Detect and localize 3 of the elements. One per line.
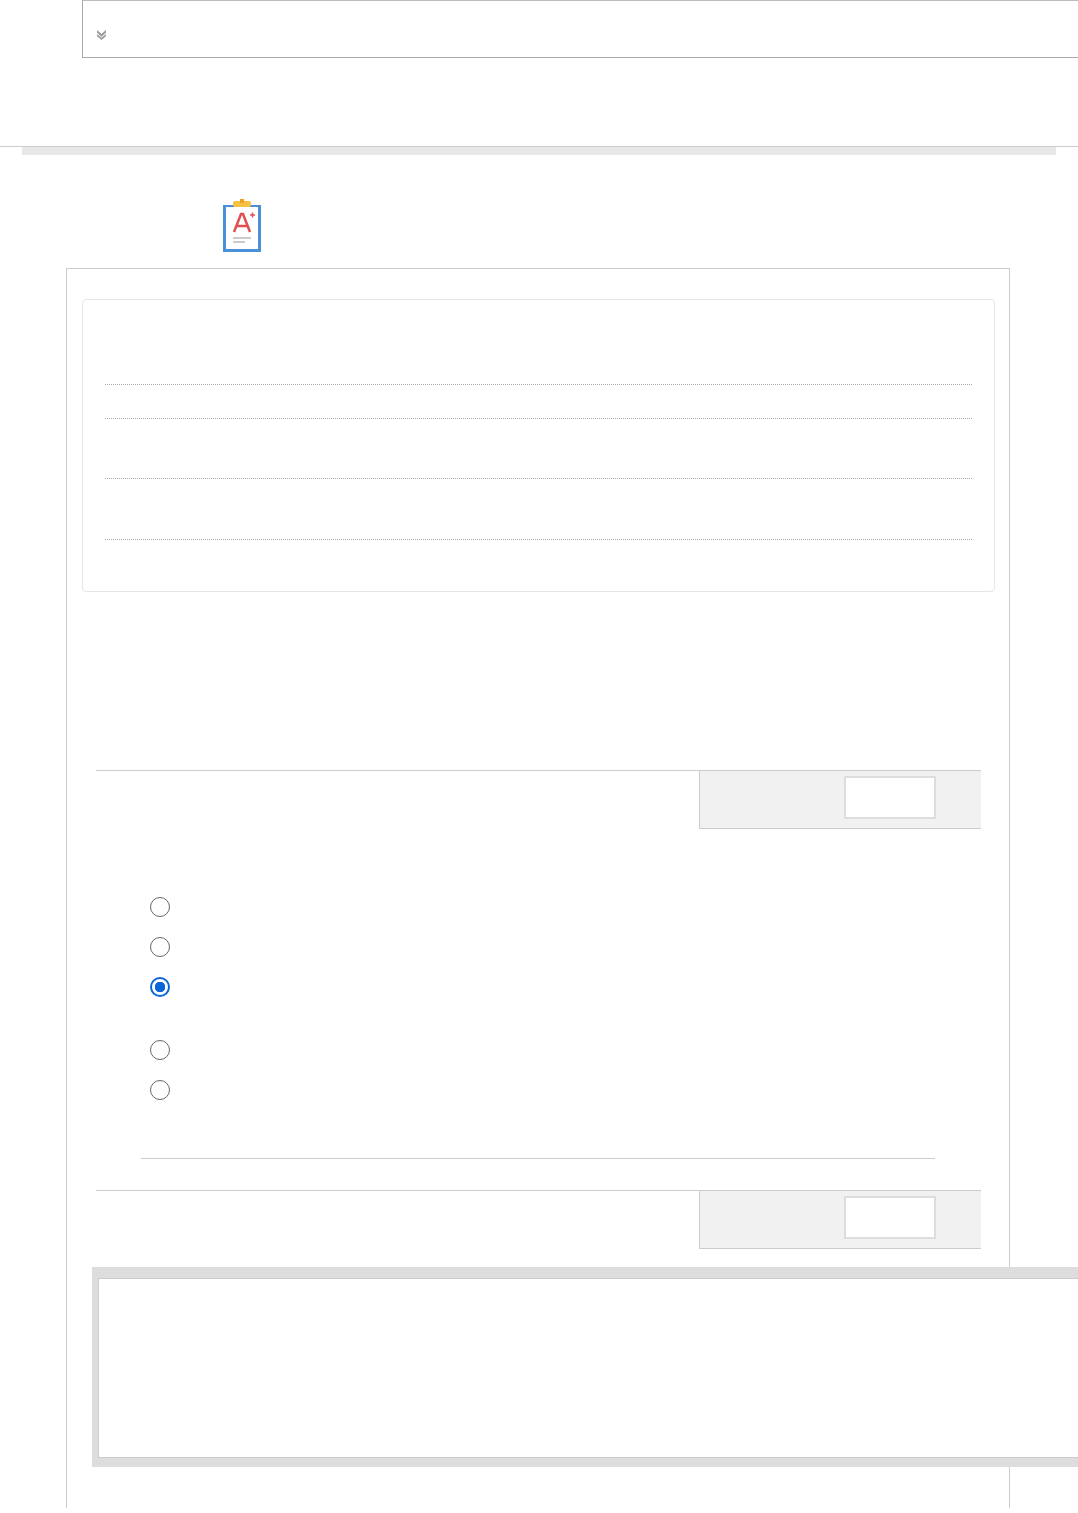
expand-icon[interactable] [96,29,107,40]
radio-button[interactable] [150,977,170,997]
clipboard-icon [222,199,262,253]
